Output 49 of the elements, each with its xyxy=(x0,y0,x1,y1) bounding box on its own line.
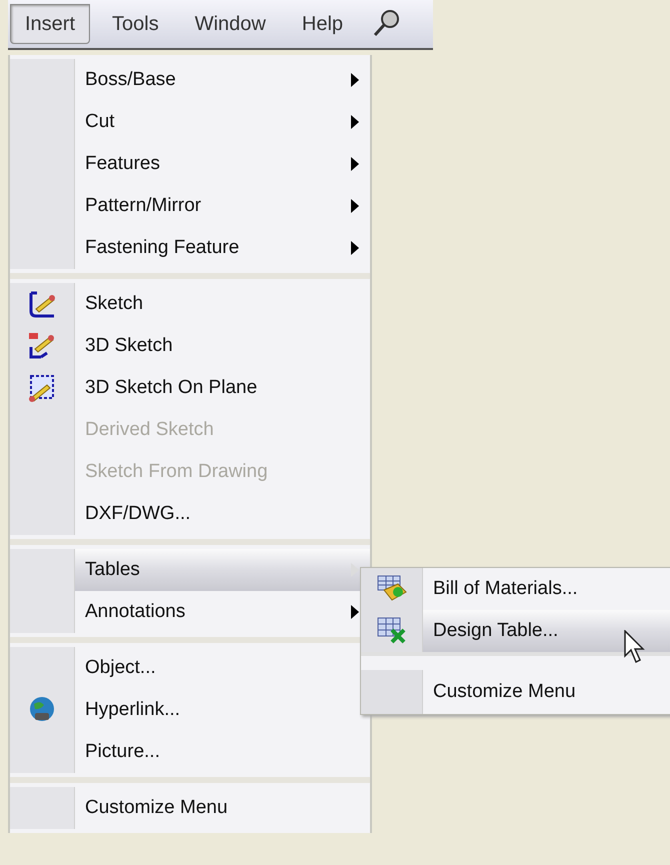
menu-bar-item[interactable]: Window xyxy=(180,4,280,44)
menu-item[interactable]: Tables xyxy=(10,549,370,591)
submenu-arrow-icon xyxy=(351,241,359,255)
menu-item-label: Hyperlink... xyxy=(85,698,182,722)
menu-item-label: Annotations xyxy=(85,600,186,624)
mouse-cursor-icon xyxy=(624,630,646,664)
menu-item-label: Pattern/Mirror xyxy=(85,194,202,218)
menu-item[interactable]: Sketch xyxy=(10,283,370,325)
submenu-item-label: Design Table... xyxy=(433,618,558,643)
3d-sketch-pencil-icon xyxy=(27,331,57,361)
menu-item-label: Cut xyxy=(85,110,116,134)
sketch-pencil-icon xyxy=(27,289,57,319)
menu-item-label: Fastening Feature xyxy=(85,236,240,260)
menu-item[interactable]: DXF/DWG... xyxy=(10,493,370,535)
menu-bar-item[interactable]: Insert xyxy=(10,4,90,44)
menu-item-label: Boss/Base xyxy=(85,68,177,92)
menu-item[interactable]: Features xyxy=(10,143,370,185)
menu-bar-item[interactable]: Help xyxy=(288,4,358,44)
menu-item-label: 3D Sketch xyxy=(85,334,174,358)
submenu-arrow-icon xyxy=(351,73,359,87)
menu-item[interactable]: 3D Sketch On Plane xyxy=(10,367,370,409)
menu-item[interactable]: Boss/Base xyxy=(10,59,370,101)
menu-item[interactable]: Picture... xyxy=(10,731,370,773)
submenu-arrow-icon xyxy=(351,199,359,213)
menu-item[interactable]: Cut xyxy=(10,101,370,143)
menu-item[interactable]: Pattern/Mirror xyxy=(10,185,370,227)
menu-item-label: Derived Sketch xyxy=(85,418,215,442)
submenu-arrow-icon xyxy=(351,157,359,171)
menu-bar-item[interactable]: Tools xyxy=(98,4,173,44)
submenu-item-label: Bill of Materials... xyxy=(433,576,578,601)
menu-item-label: Picture... xyxy=(85,740,161,764)
menu-item[interactable]: 3D Sketch xyxy=(10,325,370,367)
submenu-arrow-icon xyxy=(351,115,359,129)
menu-item-label: Customize Menu xyxy=(85,796,229,820)
submenu-arrow-icon xyxy=(351,605,359,619)
submenu-arrow-icon xyxy=(351,563,359,577)
menu-item-label: Sketch From Drawing xyxy=(85,460,269,484)
menu-item-label: Features xyxy=(85,152,161,176)
menu-item[interactable]: Customize Menu xyxy=(10,787,370,829)
menu-item-label: Sketch xyxy=(85,292,144,316)
menu-item-label: 3D Sketch On Plane xyxy=(85,376,258,400)
submenu-item-label: Customize Menu xyxy=(433,680,576,704)
submenu-item[interactable]: Design Table... xyxy=(361,610,670,652)
menu-item[interactable]: Fastening Feature xyxy=(10,227,370,269)
table-spreadsheet-icon xyxy=(376,616,408,646)
globe-icon xyxy=(28,696,56,724)
menu-item-label: Tables xyxy=(85,558,141,582)
menu-item-label: Object... xyxy=(85,656,157,680)
menu-item-label: DXF/DWG... xyxy=(85,502,192,526)
